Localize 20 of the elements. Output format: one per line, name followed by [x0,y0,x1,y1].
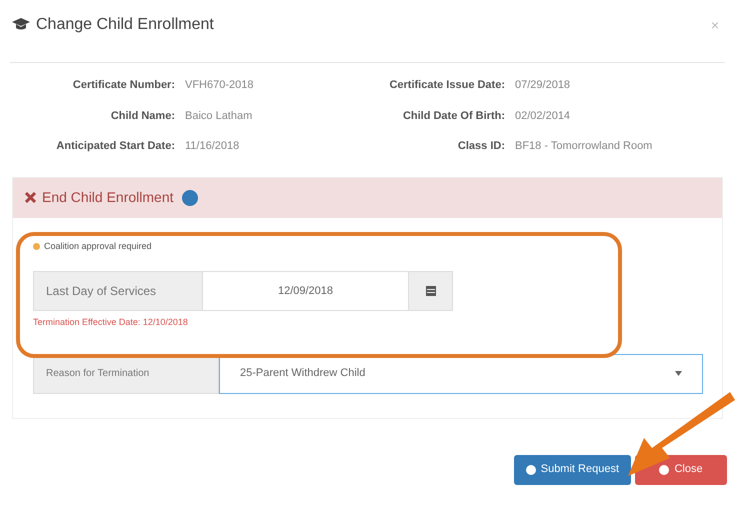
field-value: 02/02/2014 [515,108,572,124]
dialog-button[interactable]: Submit Request [514,454,631,484]
notice-text: Coalition approval required [44,240,152,253]
dialog-title: Change Child Enrollment [36,15,214,35]
field-label: Certificate Issue Date: [388,78,506,93]
effective-date-text: Termination Effective Date: 12/10/2018 [33,316,189,329]
field-label: Child Date Of Birth: [402,108,506,124]
reason-select[interactable]: 25-Parent Withdrew Child [219,354,703,394]
field-value: Baico Latham [185,108,254,124]
field-label: Last Day of Services [33,271,203,311]
field-label: Child Name: [110,108,176,124]
field-label: Class ID: [456,139,506,154]
date-field[interactable]: 12/09/2018 [203,271,408,311]
panel-title: End Child Enrollment [42,188,174,207]
field-value: 11/16/2018 [185,139,240,154]
field-label: Anticipated Start Date: [55,139,176,154]
field-label: Certificate Number: [72,78,176,93]
field-value: VFH670-2018 [185,78,254,93]
field-value: 07/29/2018 [515,78,572,93]
field-value: BF18 - Tomorrowland Room [515,139,654,154]
